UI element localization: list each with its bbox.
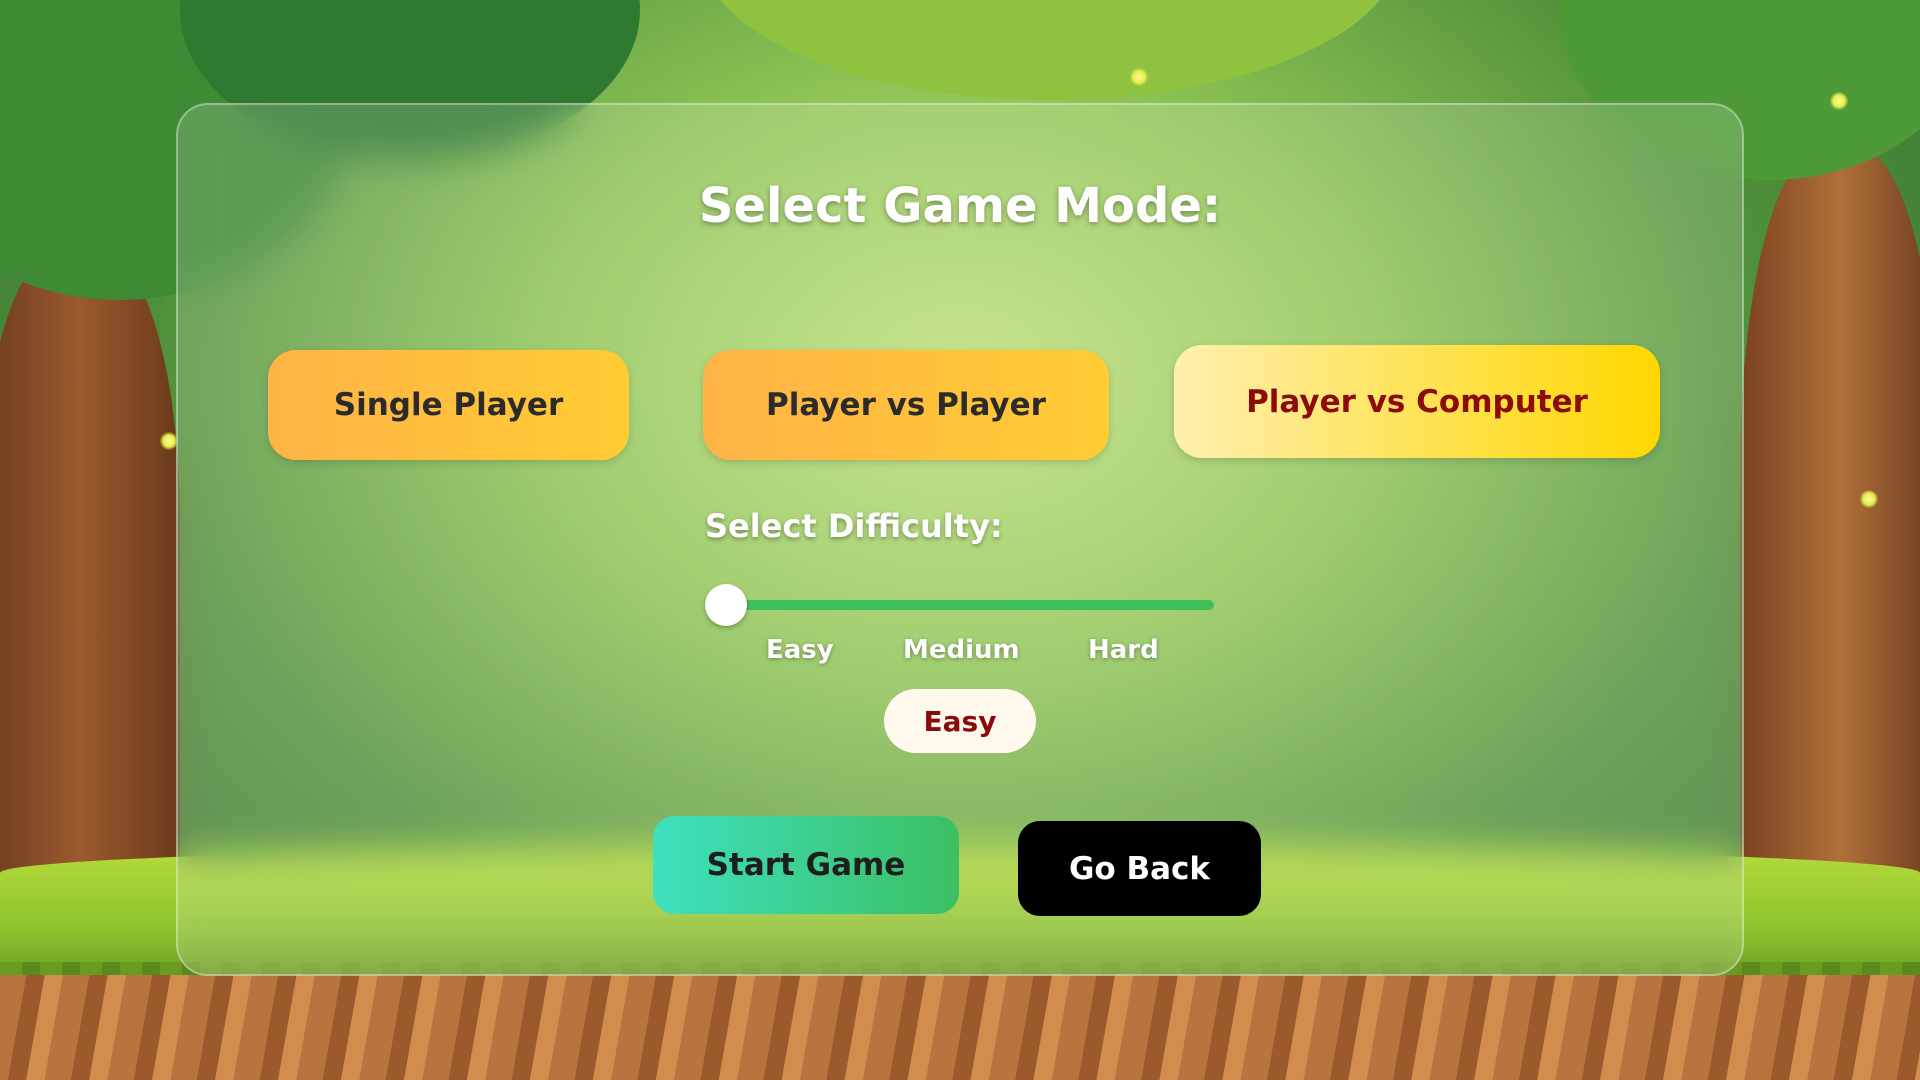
go-back-button[interactable]: Go Back (1018, 821, 1261, 916)
mode-player-vs-computer-button[interactable]: Player vs Computer (1174, 345, 1660, 458)
left-tree-trunk (0, 250, 180, 930)
difficulty-label-medium: Medium (903, 635, 1020, 665)
firefly (1860, 490, 1878, 508)
mode-single-player-button[interactable]: Single Player (268, 350, 629, 460)
firefly (1130, 68, 1148, 86)
difficulty-slider-track[interactable] (724, 600, 1214, 610)
difficulty-slider-thumb[interactable] (705, 584, 747, 626)
difficulty-heading: Select Difficulty: (705, 507, 1003, 545)
start-game-button[interactable]: Start Game (653, 816, 959, 914)
right-tree-trunk (1740, 150, 1920, 950)
mode-player-vs-player-button[interactable]: Player vs Player (703, 350, 1109, 460)
page-title: Select Game Mode: (698, 178, 1222, 234)
selected-difficulty-badge: Easy (884, 689, 1036, 753)
firefly (1830, 92, 1848, 110)
difficulty-label-easy: Easy (766, 635, 834, 665)
ground-dirt (0, 975, 1920, 1080)
difficulty-label-hard: Hard (1088, 635, 1159, 665)
